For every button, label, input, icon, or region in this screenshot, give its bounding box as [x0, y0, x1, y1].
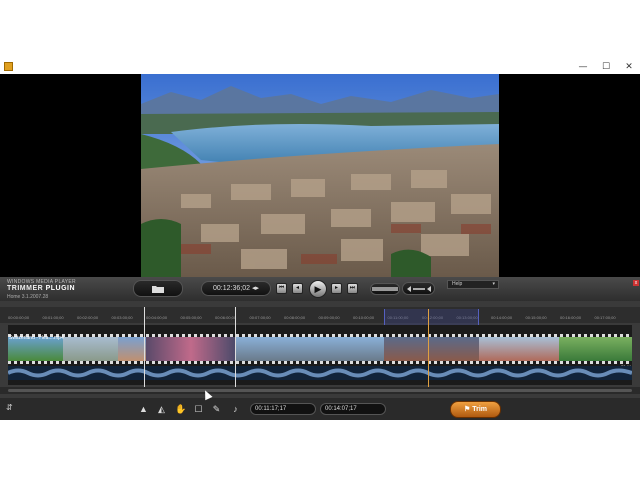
ruler-tick-label: 00:01:00;00 [42, 315, 64, 320]
maximize-button[interactable]: ☐ [595, 60, 617, 74]
fade-icon[interactable]: ◭ [156, 404, 167, 415]
ruler-tick-label: 00:03:00;00 [111, 315, 133, 320]
ruler-tick-label: 00:15:00;00 [525, 315, 547, 320]
ruler-tick-label: 00:08:00;00 [284, 315, 306, 320]
expand-icon[interactable]: ⇵ [6, 403, 13, 412]
current-time-display[interactable]: 00:12:36;02 ◂▸ [201, 281, 271, 296]
app-icon [4, 62, 13, 71]
time-ruler[interactable]: 00:00:00;00 00:01:00;00 00:02:00;00 00:03:0… [0, 307, 640, 323]
brand-title: TRIMMER PLUGIN [7, 285, 75, 292]
transport-bar: WINDOWS MEDIA PLAYER TRIMMER PLUGIN Home… [0, 277, 640, 301]
city-lake-image [141, 74, 499, 277]
ruler-tick-label: 00:10:00;00 [353, 315, 375, 320]
trimmer-window: — ☐ ✕ WINDOWS MEDIA PLAYER TRIMMER PLUGI… [0, 0, 640, 480]
video-filmstrip: Switzerland - Hea....mp4 [8, 334, 632, 364]
go-to-end-button[interactable]: ⏭ [347, 283, 358, 294]
help-label: Help [452, 281, 463, 287]
volume-control[interactable] [402, 282, 435, 295]
mark-out-time: 00:14:07;17 [325, 406, 357, 412]
ruler-tick-label: 00:04:00;00 [146, 315, 168, 320]
marker-line[interactable] [235, 307, 236, 387]
edit-icon[interactable]: ✎ [211, 404, 222, 415]
next-frame-button[interactable]: ▸ [331, 283, 342, 294]
waveform-graphic [8, 368, 632, 378]
thumbnail [384, 337, 479, 361]
version-label: Home 3.1.2007.28 [7, 294, 49, 300]
brand-title-part1: TRIMMER [7, 285, 46, 292]
audio-waveform [8, 366, 632, 380]
jog-shuttle[interactable] [370, 283, 400, 295]
thumbnail [118, 337, 146, 361]
close-button[interactable]: ✕ [618, 60, 640, 74]
ruler-tick-label: 00:14:00;00 [491, 315, 513, 320]
help-dropdown[interactable]: Help ▾ [447, 280, 499, 289]
timeline-track[interactable]: Switzerland - Hea....mp4 20:44 [8, 325, 632, 385]
jog-icon [372, 287, 398, 291]
ruler-tick-label: 00:05:00;00 [180, 315, 202, 320]
control-panel: WINDOWS MEDIA PLAYER TRIMMER PLUGIN Home… [0, 277, 640, 420]
minimize-button[interactable]: — [572, 60, 594, 74]
mark-in-field[interactable]: 00:11:17;17 [250, 403, 316, 415]
ruler-tick-label: 00:06:00;00 [215, 315, 237, 320]
thumbnail [63, 337, 118, 361]
panel-close-button[interactable]: x [633, 280, 639, 286]
trim-label: Trim [472, 406, 488, 413]
sprocket-bottom [8, 361, 632, 364]
triangle-up-icon[interactable]: ▲ [138, 404, 149, 415]
ruler-tick-label: 00:16:00;00 [560, 315, 582, 320]
trim-button[interactable]: ⚑ Trim [450, 401, 501, 418]
edit-toolbar: ⇵ ▲ ◭ ✋ ☐ ✎ ♪ 00:11:17;17 00:14:07;17 ⚑ … [0, 398, 640, 420]
play-button[interactable]: ▶ [309, 280, 327, 298]
mark-out-field[interactable]: 00:14:07;17 [320, 403, 386, 415]
open-file-button[interactable] [133, 280, 183, 297]
thumbnail [146, 337, 236, 361]
thumbnail [236, 337, 384, 361]
ruler-tick-label: 00:17:00;00 [594, 315, 616, 320]
go-to-start-button[interactable]: ⏮ [276, 283, 287, 294]
volume-icon [406, 286, 431, 292]
ruler-tick-label: 00:02:00;00 [77, 315, 99, 320]
flag-icon: ⚑ [463, 406, 473, 413]
hand-icon[interactable]: ✋ [175, 404, 186, 415]
footer-area [0, 420, 640, 480]
clip-name: Switzerland - Hea....mp4 [9, 335, 64, 341]
chevron-down-icon: ▾ [492, 281, 495, 287]
video-preview[interactable] [141, 74, 499, 277]
brand-title-part2: PLUGIN [45, 285, 76, 292]
title-bar: — ☐ ✕ [0, 60, 640, 74]
thumbnail [559, 337, 632, 361]
playhead[interactable] [428, 309, 429, 387]
ruler-tick-label: 00:07:00;00 [249, 315, 271, 320]
timeline-scrollbar[interactable] [0, 387, 640, 394]
video-area [0, 74, 640, 277]
previous-frame-button[interactable]: ◂ [292, 283, 303, 294]
ruler-tick-label: 00:00:00;00 [8, 315, 30, 320]
thumbnail [479, 337, 559, 361]
current-time: 00:12:36;02 [213, 285, 250, 292]
scrollbar-thumb[interactable] [8, 389, 632, 392]
speaker-icon[interactable]: ♪ [230, 404, 241, 415]
comment-icon[interactable]: ☐ [193, 404, 204, 415]
time-spin-icon: ◂▸ [251, 285, 259, 292]
folder-icon [152, 286, 164, 293]
marker-line[interactable] [144, 307, 145, 387]
ruler-tick-label: 00:09:00;00 [318, 315, 340, 320]
mark-in-time: 00:11:17;17 [255, 406, 287, 412]
